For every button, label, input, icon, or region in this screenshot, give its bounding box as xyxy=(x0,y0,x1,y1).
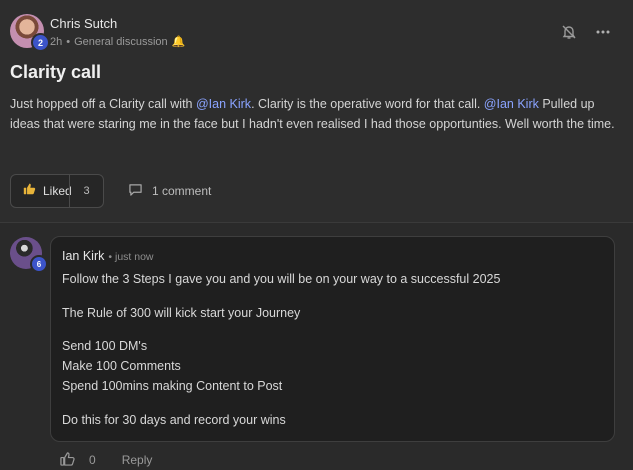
mention-link[interactable]: @Ian Kirk xyxy=(484,97,539,111)
comments-count-label: 1 comment xyxy=(152,184,212,198)
comment-time: • just now xyxy=(108,251,154,263)
author-name[interactable]: Chris Sutch xyxy=(50,16,117,31)
post-body: Just hopped off a Clarity call with @Ian… xyxy=(10,94,616,134)
like-button[interactable]: Liked 3 xyxy=(10,174,104,208)
commenter-name[interactable]: Ian Kirk xyxy=(62,249,104,263)
comment-line: Follow the 3 Steps I gave you and you wi… xyxy=(62,272,501,286)
post-category[interactable]: General discussion xyxy=(74,36,168,48)
post-time: 2h xyxy=(50,35,63,48)
level-badge: 2 xyxy=(31,33,50,52)
author-avatar-wrap[interactable]: 2 xyxy=(10,14,50,52)
like-label: Liked xyxy=(43,184,72,198)
thumbs-up-icon[interactable] xyxy=(60,451,75,469)
comment-bubble: Ian Kirk • just now Follow the 3 Steps I… xyxy=(50,236,615,442)
more-options-icon[interactable] xyxy=(595,24,611,40)
comment-icon xyxy=(128,183,143,199)
post-meta: 2h • General discussion 🔔 xyxy=(50,35,186,49)
comments-link[interactable]: 1 comment xyxy=(128,183,211,199)
level-badge: 6 xyxy=(30,255,48,273)
like-toggle[interactable]: Liked xyxy=(11,182,72,200)
category-emoji: 🔔 xyxy=(171,36,186,48)
body-text: . Clarity is the operative word for that… xyxy=(251,97,484,111)
meta-separator: • xyxy=(66,35,71,48)
comment-header: Ian Kirk • just now xyxy=(62,249,154,263)
thumbs-up-icon xyxy=(23,182,36,200)
comment-actions: 0 Reply xyxy=(60,451,152,469)
header-actions xyxy=(561,24,611,40)
mention-link[interactable]: @Ian Kirk xyxy=(196,97,251,111)
post-title: Clarity call xyxy=(10,62,102,82)
post-card: 2 Chris Sutch 2h • General discussion 🔔 … xyxy=(0,0,633,222)
comment-like-count: 0 xyxy=(89,453,96,467)
comment-line: Send 100 DM's xyxy=(62,339,148,353)
comments-section: 6 Ian Kirk • just now Follow the 3 Steps… xyxy=(0,223,633,470)
comment-line: Spend 100mins making Content to Post xyxy=(62,379,283,393)
body-text: Just hopped off a Clarity call with xyxy=(10,97,196,111)
comment-line: Do this for 30 days and record your wins xyxy=(62,413,286,427)
like-count[interactable]: 3 xyxy=(69,175,103,207)
comment-line: The Rule of 300 will kick start your Jou… xyxy=(62,306,301,320)
reply-button[interactable]: Reply xyxy=(122,453,153,467)
comment-line: Make 100 Comments xyxy=(62,359,181,373)
commenter-avatar-wrap[interactable]: 6 xyxy=(10,237,48,273)
bell-off-icon[interactable] xyxy=(561,24,577,40)
